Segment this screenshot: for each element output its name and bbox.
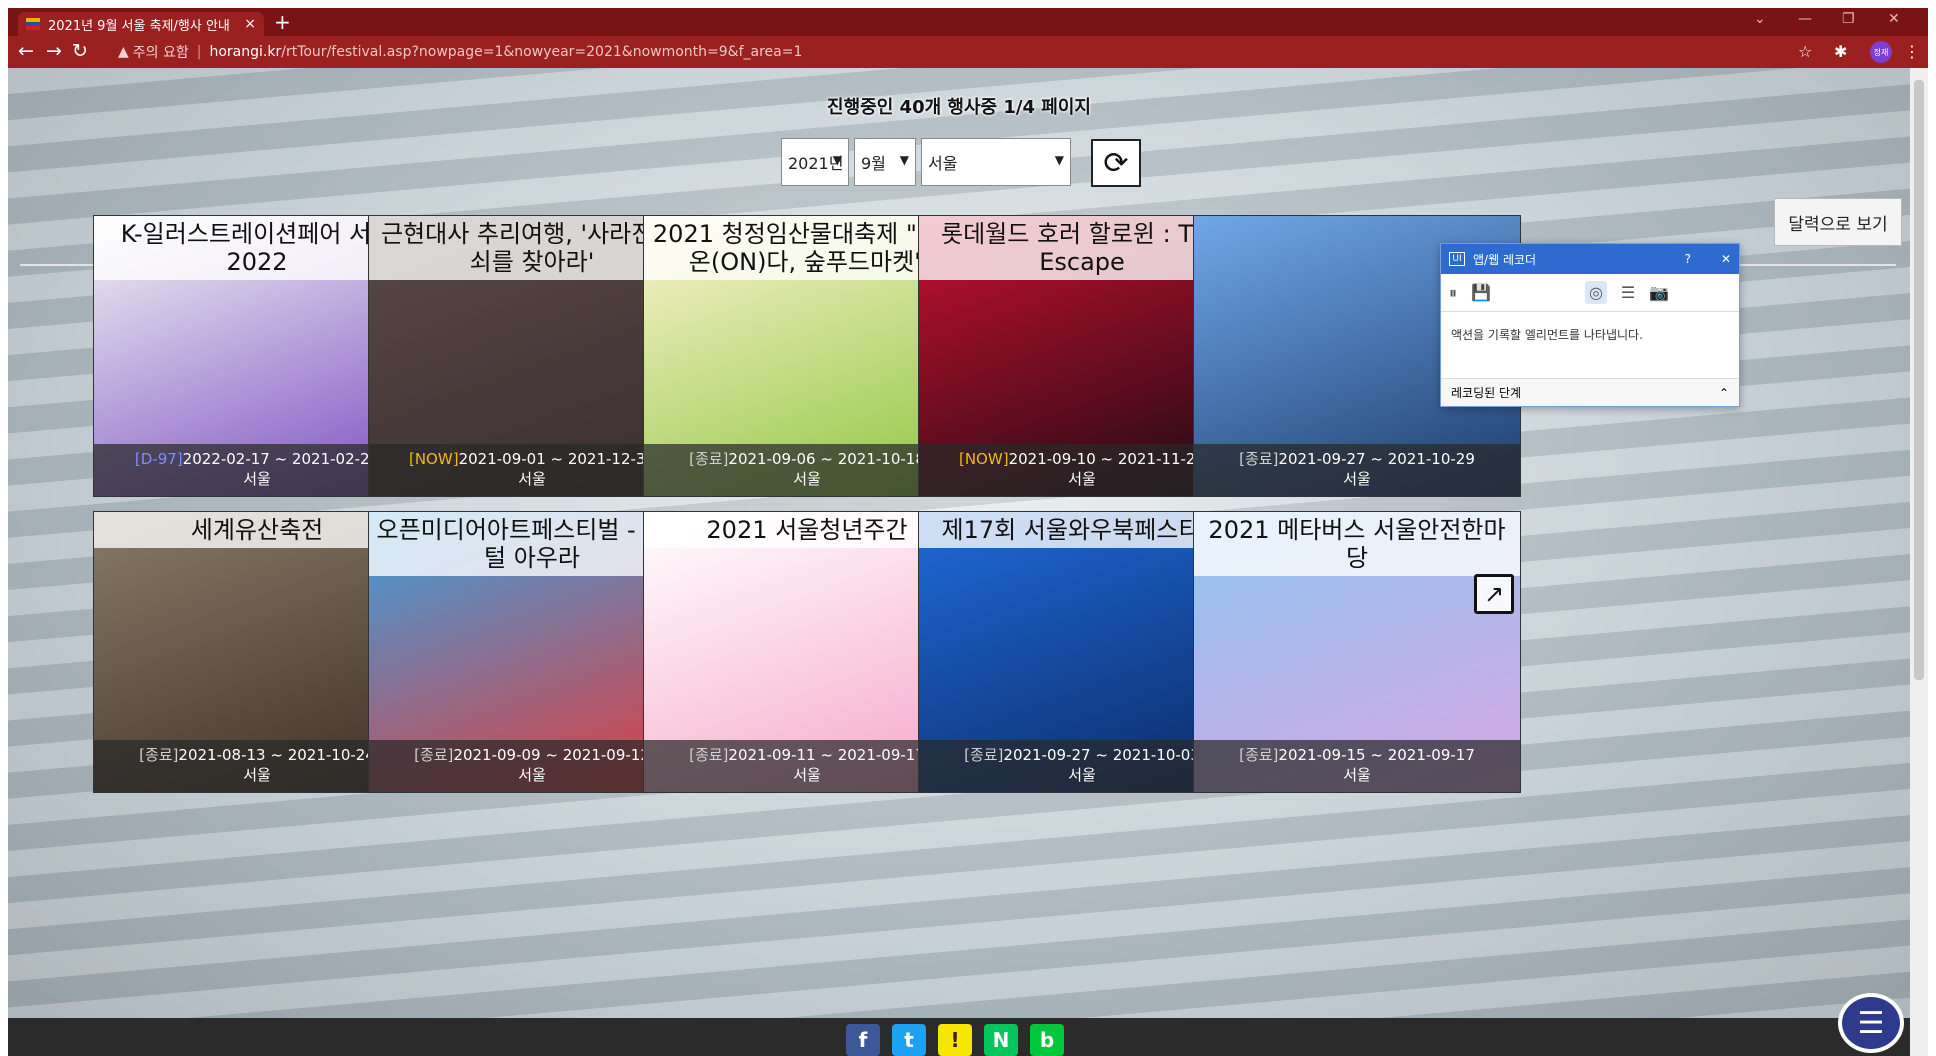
event-dates: 2022-02-17 ~ 2021-02-20 xyxy=(182,450,380,468)
status-badge: [D-97] xyxy=(134,450,183,468)
external-link-icon[interactable]: ↗ xyxy=(1474,574,1514,614)
maximize-icon[interactable]: ❐ xyxy=(1842,11,1855,27)
steps-list-icon[interactable]: ☰ xyxy=(1621,283,1635,302)
event-dates: 2021-09-01 ~ 2021-12-31 xyxy=(458,450,656,468)
browser-tab[interactable]: 2021년 9월 서울 축제/행사 안내 × xyxy=(18,12,264,36)
status-badge: [NOW] xyxy=(958,450,1009,468)
chevron-down-icon: ▼ xyxy=(1054,153,1064,167)
status-badge: [종료] xyxy=(139,746,179,764)
recorder-title: 앱/웹 레코더 xyxy=(1473,252,1537,267)
event-dates: 2021-09-09 ~ 2021-09-12 xyxy=(453,746,650,764)
year-select[interactable]: 2021년 ▼ xyxy=(781,138,849,186)
event-dates: 2021-08-13 ~ 2021-10-24 xyxy=(178,746,375,764)
recorded-steps-label: 레코딩된 단계 xyxy=(1451,386,1522,400)
scrollbar[interactable] xyxy=(1910,68,1928,1056)
browser-window: 2021년 9월 서울 축제/행사 안내 × + ⌄ — ❐ ✕ ← → ↻ ▲… xyxy=(8,8,1928,1056)
recorder-toolbar: ⏸ 💾 ◎ ☰ 📷 xyxy=(1441,274,1739,312)
status-badge: [종료] xyxy=(414,746,454,764)
status-badge: [종료] xyxy=(1239,746,1279,764)
event-area: 서울 xyxy=(1343,470,1371,488)
url-separator: | xyxy=(196,44,202,60)
naver-share-icon[interactable]: N xyxy=(984,1024,1018,1056)
event-dates: 2021-09-27 ~ 2021-10-29 xyxy=(1278,450,1475,468)
recorder-header: UI 앱/웹 레코더 ? ✕ xyxy=(1441,244,1739,274)
event-dates: 2021-09-10 ~ 2021-11-21 xyxy=(1008,450,1206,468)
save-icon[interactable]: 💾 xyxy=(1471,283,1491,302)
close-icon[interactable]: ✕ xyxy=(1721,252,1731,266)
refresh-button[interactable]: ⟳ xyxy=(1091,139,1141,187)
chat-menu-button[interactable]: ☰ xyxy=(1838,993,1904,1053)
tab-title: 2021년 9월 서울 축제/행사 안내 xyxy=(48,18,230,34)
kakao-share-icon[interactable]: ! xyxy=(938,1024,972,1056)
event-date-line: [종료]2021-09-27 ~ 2021-10-29 xyxy=(1194,449,1520,469)
tab-search-icon[interactable]: ⌄ xyxy=(1754,11,1766,27)
month-select[interactable]: 9월 ▼ xyxy=(854,138,916,186)
target-element-icon[interactable]: ◎ xyxy=(1584,281,1607,304)
event-title[interactable]: 2021 메타버스 서울안전한마당 xyxy=(1194,512,1520,576)
event-dates: 2021-09-15 ~ 2021-09-17 xyxy=(1278,746,1475,764)
browser-toolbar: ← → ↻ ▲ 주의 요함 | horangi.kr /rtTour/festi… xyxy=(8,36,1928,68)
recorder-message: 액션을 기록할 엘리먼트를 나타냅니다. xyxy=(1451,328,1643,342)
status-badge: [종료] xyxy=(1239,450,1279,468)
screenshot-icon[interactable]: 📷 xyxy=(1649,283,1669,302)
recorder-app-icon: UI xyxy=(1449,252,1465,266)
page-heading: 진행중인 40개 행사중 1/4 페이지 xyxy=(827,97,1091,118)
extensions-icon[interactable]: ✱ xyxy=(1834,42,1847,61)
area-select-value: 서울 xyxy=(928,154,958,173)
chevron-down-icon: ▼ xyxy=(899,153,909,167)
url-path: /rtTour/festival.asp?nowpage=1&nowyear=2… xyxy=(281,44,803,60)
reload-icon[interactable]: ↻ xyxy=(72,40,88,62)
warning-icon: ▲ xyxy=(118,44,129,60)
event-dates: 2021-09-27 ~ 2021-10-03 xyxy=(1003,746,1200,764)
event-card[interactable]: 2021 메타버스 서울안전한마당 ↗ [종료]2021-09-15 ~ 2021-… xyxy=(1193,511,1521,793)
recorded-steps-bar[interactable]: 레코딩된 단계 ⌃ xyxy=(1441,378,1739,406)
month-select-value: 9월 xyxy=(861,154,886,173)
event-info: [종료]2021-09-15 ~ 2021-09-17 서울 xyxy=(1194,740,1520,792)
back-icon[interactable]: ← xyxy=(18,40,34,62)
bookmark-star-icon[interactable]: ☆ xyxy=(1798,42,1812,61)
calendar-view-button[interactable]: 달력으로 보기 xyxy=(1774,198,1902,246)
refresh-icon: ⟳ xyxy=(1103,145,1129,181)
status-badge: [종료] xyxy=(689,450,729,468)
close-window-icon[interactable]: ✕ xyxy=(1888,11,1900,27)
browser-menu-icon[interactable]: ⋮ xyxy=(1904,42,1920,61)
twitter-share-icon[interactable]: t xyxy=(892,1024,926,1056)
status-badge: [종료] xyxy=(964,746,1004,764)
new-tab-button[interactable]: + xyxy=(274,12,291,32)
security-warning-label: 주의 요함 xyxy=(132,45,189,61)
event-date-line: [종료]2021-09-15 ~ 2021-09-17 xyxy=(1194,745,1520,765)
recorder-panel: UI 앱/웹 레코더 ? ✕ ⏸ 💾 ◎ ☰ 📷 액션을 기록할 엘리먼트를 나… xyxy=(1440,243,1740,407)
list-icon: ☰ xyxy=(1857,1005,1885,1041)
area-select[interactable]: 서울 ▼ xyxy=(921,138,1071,186)
event-dates: 2021-09-11 ~ 2021-09-17 xyxy=(728,746,925,764)
status-badge: [종료] xyxy=(689,746,729,764)
url-domain: horangi.kr xyxy=(209,44,282,60)
event-area: 서울 xyxy=(1343,766,1371,784)
band-share-icon[interactable]: b xyxy=(1030,1024,1064,1056)
title-bar: 2021년 9월 서울 축제/행사 안내 × + ⌄ — ❐ ✕ xyxy=(8,8,1928,36)
page-viewport: 진행중인 40개 행사중 1/4 페이지 2021년 ▼ 9월 ▼ 서울 ▼ ⟳… xyxy=(8,68,1928,1056)
pause-icon[interactable]: ⏸ xyxy=(1449,283,1457,303)
chevron-down-icon: ▼ xyxy=(832,153,842,167)
help-icon[interactable]: ? xyxy=(1685,252,1691,266)
event-info: [종료]2021-09-27 ~ 2021-10-29 서울 xyxy=(1194,444,1520,496)
event-dates: 2021-09-06 ~ 2021-10-18 xyxy=(728,450,925,468)
facebook-share-icon[interactable]: f xyxy=(846,1024,880,1056)
tab-close-icon[interactable]: × xyxy=(244,16,256,32)
minimize-icon[interactable]: — xyxy=(1798,11,1812,27)
profile-avatar[interactable]: 정재 xyxy=(1870,41,1892,63)
flag-favicon-icon xyxy=(26,18,40,30)
forward-icon[interactable]: → xyxy=(46,40,62,62)
chevron-up-icon[interactable]: ⌃ xyxy=(1719,386,1729,400)
status-badge: [NOW] xyxy=(408,450,459,468)
scrollbar-thumb[interactable] xyxy=(1914,80,1924,680)
address-bar[interactable]: ▲ 주의 요함 | horangi.kr /rtTour/festival.as… xyxy=(118,40,1818,64)
